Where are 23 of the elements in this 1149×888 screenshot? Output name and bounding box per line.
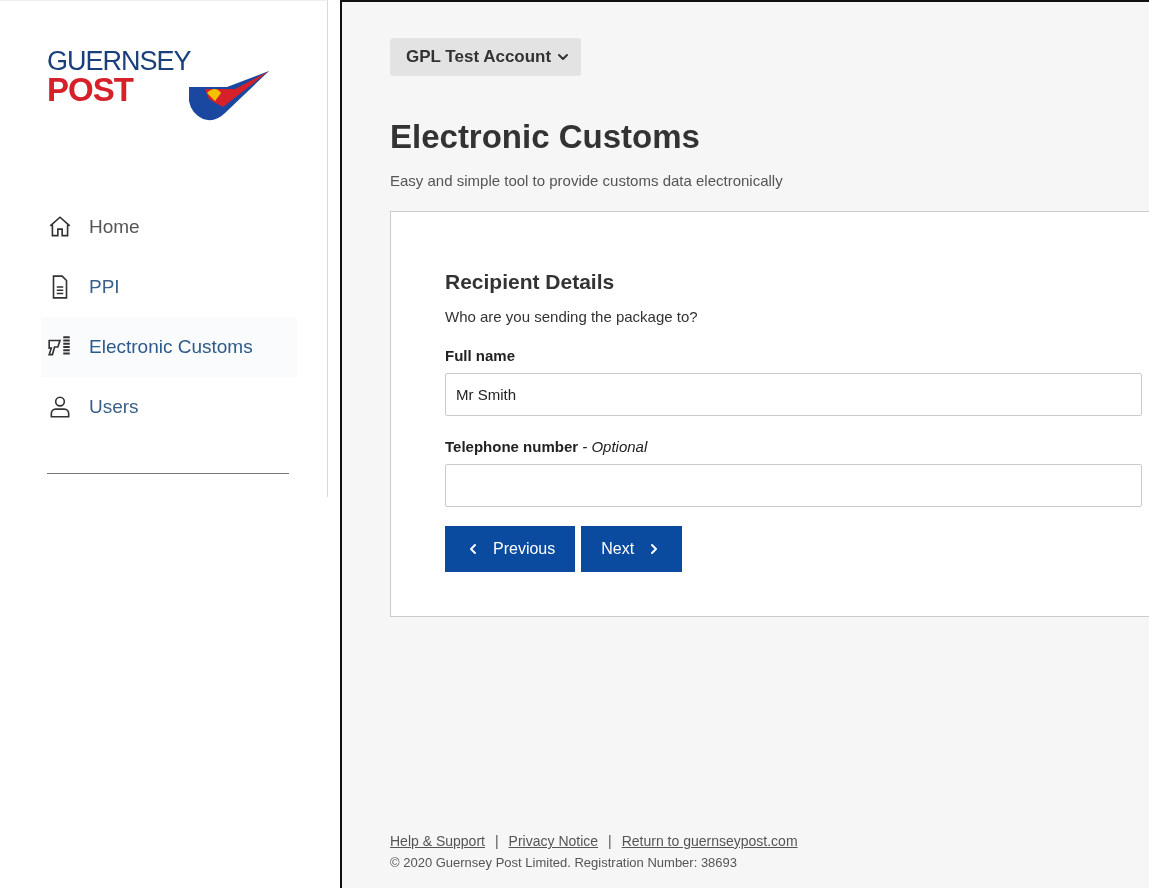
next-button[interactable]: Next	[581, 526, 683, 572]
nav-item[interactable]: PPI	[41, 257, 297, 317]
page-subtitle: Easy and simple tool to provide customs data electronically	[390, 172, 784, 189]
footer-link[interactable]: Help & Support	[390, 833, 485, 849]
page-title: Electronic Customs	[390, 118, 701, 156]
form-question: Who are you sending the package to?	[445, 308, 699, 325]
footer-link[interactable]: Return to guernseypost.com	[621, 833, 798, 849]
nav-item[interactable]: Electronic Customs	[41, 317, 297, 377]
footer-link[interactable]: Privacy Notice	[508, 833, 599, 849]
field-label: Full name	[445, 347, 516, 364]
separator: |	[608, 833, 612, 849]
field-label: Telephone number - Optional	[445, 438, 649, 455]
input-field[interactable]: Mr Smith	[445, 373, 1142, 416]
nav-item[interactable]: Users	[41, 377, 297, 437]
previous-button[interactable]: Previous	[445, 526, 576, 572]
separator: |	[494, 833, 499, 849]
input-field[interactable]	[445, 464, 1142, 507]
account-menu[interactable]: GPL Test Account	[390, 38, 582, 76]
nav-item[interactable]: Home	[41, 197, 297, 257]
copyright-text: © 2020 Guernsey Post Limited. Registration Number: 38693	[390, 855, 739, 870]
logo-text: POST	[47, 75, 135, 105]
logo-text: GUERNSEY	[47, 47, 191, 75]
form-heading: Recipient Details	[445, 270, 616, 294]
